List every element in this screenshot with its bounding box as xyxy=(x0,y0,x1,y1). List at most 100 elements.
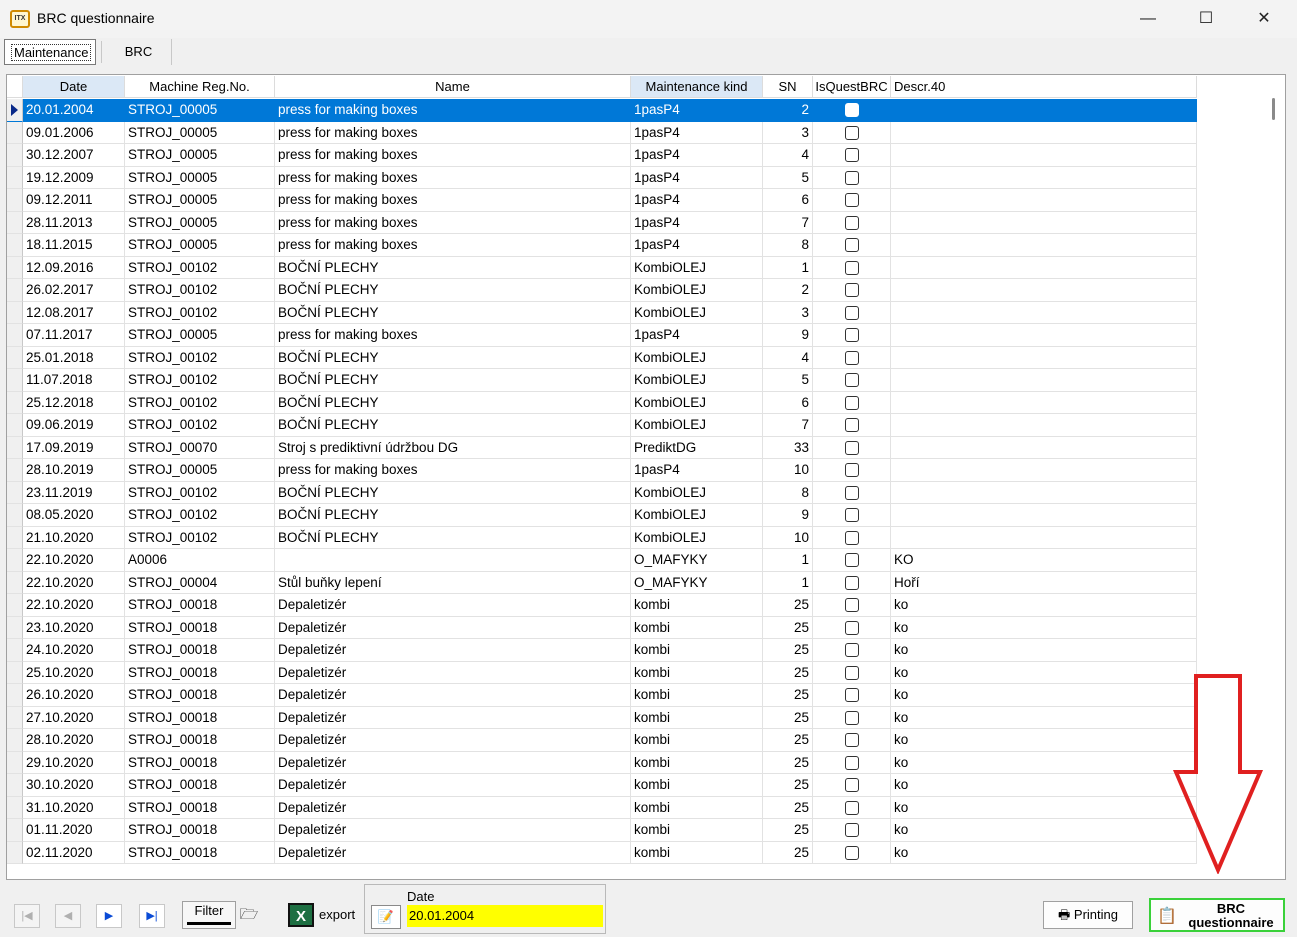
nav-prev-button[interactable]: ◀ xyxy=(55,904,81,928)
open-folder-icon[interactable]: 🗁 xyxy=(238,904,260,926)
table-row[interactable]: 02.11.2020 STROJ_00018 Depaletizér kombi 25 k… xyxy=(7,841,1197,864)
vertical-scrollbar[interactable] xyxy=(1264,76,1285,878)
row-indicator[interactable] xyxy=(7,729,23,752)
isquestbrc-checkbox[interactable] xyxy=(844,215,859,230)
column-header[interactable]: Machine Reg.No. xyxy=(125,76,275,98)
row-indicator[interactable] xyxy=(7,189,23,212)
row-indicator[interactable] xyxy=(7,166,23,189)
row-indicator[interactable] xyxy=(7,684,23,707)
nav-next-button[interactable]: ▶ xyxy=(96,904,122,928)
table-row[interactable]: 28.11.2013 STROJ_00005 press for making bo… xyxy=(7,211,1197,234)
isquestbrc-checkbox[interactable] xyxy=(844,575,859,590)
row-indicator[interactable] xyxy=(7,121,23,144)
row-indicator[interactable] xyxy=(7,211,23,234)
table-row[interactable]: 31.10.2020 STROJ_00018 Depaletizér kombi 25 k… xyxy=(7,796,1197,819)
row-indicator[interactable] xyxy=(7,346,23,369)
table-row[interactable]: 30.12.2007 STROJ_00005 press for making bo… xyxy=(7,144,1197,167)
minimize-button[interactable]: — xyxy=(1119,0,1177,38)
table-row[interactable]: 09.06.2019 STROJ_00102 BOČNÍ PLECHY KombiOL… xyxy=(7,414,1197,437)
row-indicator[interactable] xyxy=(7,391,23,414)
table-row[interactable]: 27.10.2020 STROJ_00018 Depaletizér kombi 25 k… xyxy=(7,706,1197,729)
column-header[interactable]: Descr.40 xyxy=(891,76,1197,98)
isquestbrc-checkbox[interactable] xyxy=(844,328,859,342)
isquestbrc-checkbox[interactable] xyxy=(844,688,859,702)
table-row[interactable]: 22.10.2020 STROJ_00018 Depaletizér kombi 25 k… xyxy=(7,594,1197,617)
table-row[interactable]: 22.10.2020 A0006 O_MAFYKY 1 KO xyxy=(7,549,1197,572)
isquestbrc-checkbox[interactable] xyxy=(844,485,859,500)
isquestbrc-checkbox[interactable] xyxy=(844,710,859,725)
isquestbrc-checkbox[interactable] xyxy=(844,283,859,297)
row-indicator[interactable] xyxy=(7,796,23,819)
row-indicator[interactable] xyxy=(7,436,23,459)
row-indicator[interactable] xyxy=(7,414,23,437)
isquestbrc-checkbox[interactable] xyxy=(844,440,859,455)
isquestbrc-checkbox[interactable] xyxy=(844,508,859,522)
column-header[interactable]: Name xyxy=(275,76,631,98)
brc-questionnaire-button[interactable]: 📋 BRC questionnaire xyxy=(1149,898,1285,932)
isquestbrc-checkbox[interactable] xyxy=(844,598,859,612)
row-indicator[interactable] xyxy=(7,639,23,662)
table-row[interactable]: 20.01.2004 STROJ_00005 press for making bo… xyxy=(7,99,1197,122)
table-row[interactable]: 22.10.2020 STROJ_00004 Stůl buňky lepení O_… xyxy=(7,571,1197,594)
tab-brc[interactable]: BRC xyxy=(106,39,172,65)
isquestbrc-checkbox[interactable] xyxy=(844,823,859,837)
table-row[interactable]: 09.01.2006 STROJ_00005 press for making bo… xyxy=(7,121,1197,144)
column-header[interactable]: IsQuestBRC xyxy=(813,76,891,98)
isquestbrc-checkbox[interactable] xyxy=(844,800,859,815)
isquestbrc-checkbox[interactable] xyxy=(844,463,859,477)
isquestbrc-checkbox[interactable] xyxy=(844,395,859,410)
table-row[interactable]: 25.12.2018 STROJ_00102 BOČNÍ PLECHY KombiOL… xyxy=(7,391,1197,414)
table-row[interactable]: 25.01.2018 STROJ_00102 BOČNÍ PLECHY KombiOL… xyxy=(7,346,1197,369)
isquestbrc-checkbox[interactable] xyxy=(844,193,859,207)
row-indicator[interactable] xyxy=(7,774,23,797)
table-row[interactable]: 30.10.2020 STROJ_00018 Depaletizér kombi 25 k… xyxy=(7,774,1197,797)
row-indicator[interactable] xyxy=(7,99,23,122)
isquestbrc-checkbox[interactable] xyxy=(844,170,859,185)
table-row[interactable]: 19.12.2009 STROJ_00005 press for making bo… xyxy=(7,166,1197,189)
export-button[interactable]: X export xyxy=(286,901,358,929)
column-header[interactable]: Date xyxy=(23,76,125,98)
table-row[interactable]: 07.11.2017 STROJ_00005 press for making bo… xyxy=(7,324,1197,347)
table-row[interactable]: 25.10.2020 STROJ_00018 Depaletizér kombi 25 k… xyxy=(7,661,1197,684)
table-row[interactable]: 12.09.2016 STROJ_00102 BOČNÍ PLECHY KombiOL… xyxy=(7,256,1197,279)
isquestbrc-checkbox[interactable] xyxy=(844,530,859,545)
isquestbrc-checkbox[interactable] xyxy=(844,665,859,680)
table-row[interactable]: 17.09.2019 STROJ_00070 Stroj s prediktivní… xyxy=(7,436,1197,459)
date-picker-icon[interactable]: 📝 xyxy=(371,905,401,929)
row-indicator[interactable] xyxy=(7,279,23,302)
isquestbrc-checkbox[interactable] xyxy=(844,755,859,770)
row-indicator[interactable] xyxy=(7,369,23,392)
filter-button[interactable]: Filter xyxy=(182,901,236,929)
table-row[interactable]: 26.02.2017 STROJ_00102 BOČNÍ PLECHY KombiOL… xyxy=(7,279,1197,302)
isquestbrc-checkbox[interactable] xyxy=(844,733,859,747)
row-indicator[interactable] xyxy=(7,616,23,639)
table-row[interactable]: 12.08.2017 STROJ_00102 BOČNÍ PLECHY KombiOL… xyxy=(7,301,1197,324)
table-row[interactable]: 23.10.2020 STROJ_00018 Depaletizér kombi 25 k… xyxy=(7,616,1197,639)
table-row[interactable]: 28.10.2019 STROJ_00005 press for making bo… xyxy=(7,459,1197,482)
table-row[interactable]: 21.10.2020 STROJ_00102 BOČNÍ PLECHY KombiOL… xyxy=(7,526,1197,549)
table-row[interactable]: 29.10.2020 STROJ_00018 Depaletizér kombi 25 k… xyxy=(7,751,1197,774)
nav-first-button[interactable]: |◀ xyxy=(14,904,40,928)
isquestbrc-checkbox[interactable] xyxy=(844,260,859,275)
table-row[interactable]: 28.10.2020 STROJ_00018 Depaletizér kombi 25 k… xyxy=(7,729,1197,752)
isquestbrc-checkbox[interactable] xyxy=(844,778,859,792)
row-indicator[interactable] xyxy=(7,549,23,572)
close-button[interactable]: ✕ xyxy=(1235,0,1293,38)
table-row[interactable]: 08.05.2020 STROJ_00102 BOČNÍ PLECHY KombiOL… xyxy=(7,504,1197,527)
nav-last-button[interactable]: ▶| xyxy=(139,904,165,928)
isquestbrc-checkbox[interactable] xyxy=(844,643,859,657)
isquestbrc-checkbox[interactable] xyxy=(844,103,859,117)
table-row[interactable]: 11.07.2018 STROJ_00102 BOČNÍ PLECHY KombiOL… xyxy=(7,369,1197,392)
table-row[interactable]: 18.11.2015 STROJ_00005 press for making bo… xyxy=(7,234,1197,257)
isquestbrc-checkbox[interactable] xyxy=(844,553,859,567)
row-indicator[interactable] xyxy=(7,571,23,594)
table-row[interactable]: 24.10.2020 STROJ_00018 Depaletizér kombi 25 k… xyxy=(7,639,1197,662)
row-indicator[interactable] xyxy=(7,144,23,167)
isquestbrc-checkbox[interactable] xyxy=(844,373,859,387)
date-field[interactable]: 20.01.2004 xyxy=(407,905,603,927)
isquestbrc-checkbox[interactable] xyxy=(844,148,859,162)
isquestbrc-checkbox[interactable] xyxy=(844,845,859,860)
row-indicator[interactable] xyxy=(7,481,23,504)
isquestbrc-checkbox[interactable] xyxy=(844,305,859,320)
maintenance-grid[interactable]: Date Machine Reg.No. Name Maintenance kind S… xyxy=(6,74,1286,880)
